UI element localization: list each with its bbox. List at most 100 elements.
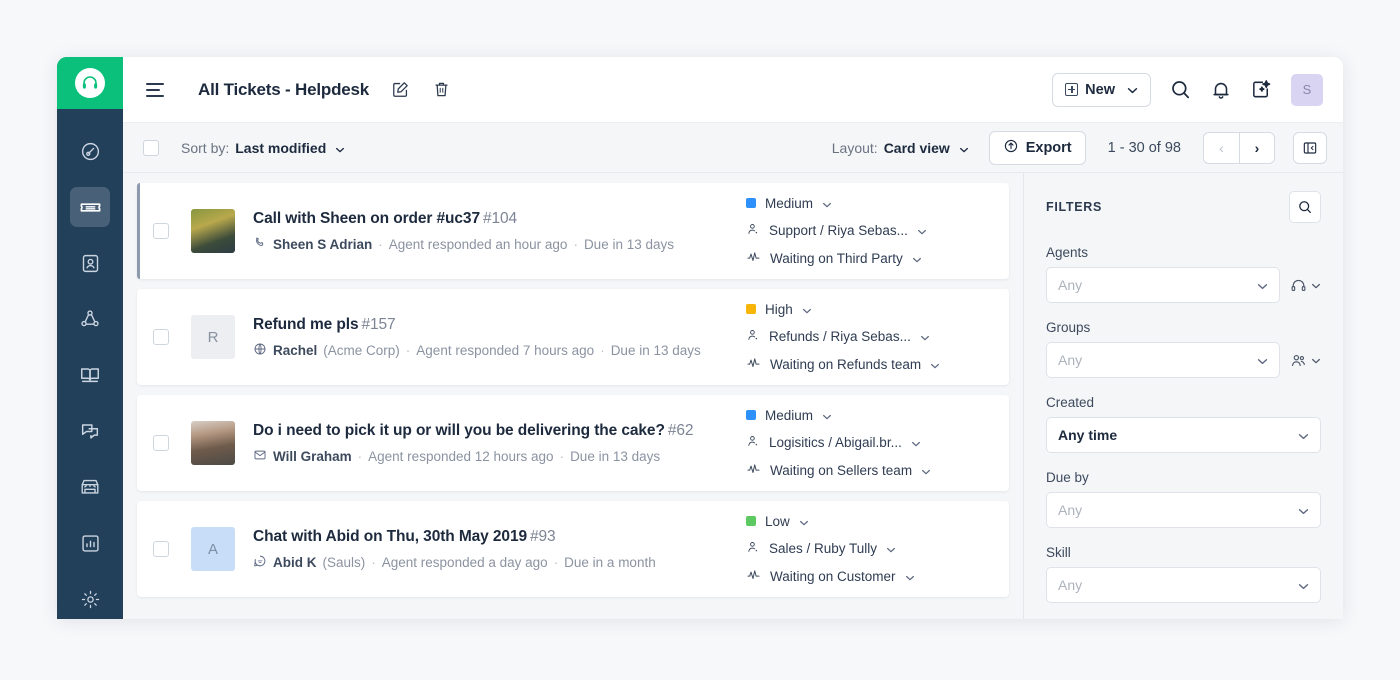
row-checkbox[interactable]: [153, 435, 169, 451]
sort-by-dropdown[interactable]: Last modified: [235, 140, 345, 156]
status-dropdown[interactable]: Waiting on Refunds team: [746, 356, 991, 373]
sidebar-item-contacts[interactable]: [70, 243, 110, 283]
sparkle-icon[interactable]: [1250, 78, 1273, 101]
requester-name: Abid K: [273, 555, 317, 570]
priority-label: High: [765, 302, 793, 317]
priority-dropdown[interactable]: Medium: [746, 196, 991, 211]
search-icon[interactable]: [1169, 78, 1192, 101]
row-checkbox[interactable]: [153, 541, 169, 557]
separator: ·: [406, 343, 411, 358]
toggle-filter-panel-button[interactable]: [1293, 132, 1327, 164]
filter-label: Created: [1046, 395, 1321, 410]
layout-label: Layout:: [832, 140, 878, 156]
filters-panel: FILTERS Agents Any: [1023, 173, 1343, 619]
user-avatar[interactable]: S: [1291, 74, 1323, 106]
filter-due-by: Due by Any: [1046, 470, 1321, 528]
export-button[interactable]: Export: [989, 131, 1086, 165]
row-checkbox[interactable]: [153, 329, 169, 345]
pulse-icon: [746, 462, 761, 479]
filter-label: Agents: [1046, 245, 1321, 260]
created-select[interactable]: Any time: [1046, 417, 1321, 453]
group-dropdown[interactable]: Support / Riya Sebas...: [746, 222, 991, 239]
hamburger-icon[interactable]: [146, 79, 168, 101]
ticket-meta: Abid K (Sauls) · Agent responded a day a…: [253, 554, 746, 571]
pagination-count: 1 - 30 of 98: [1108, 140, 1181, 156]
status-dropdown[interactable]: Waiting on Sellers team: [746, 462, 991, 479]
sidebar-item-forums[interactable]: [70, 411, 110, 451]
app-logo[interactable]: [57, 57, 123, 109]
ticket-meta: Sheen S Adrian · Agent responded an hour…: [253, 236, 746, 253]
ticket-meta: Will Graham · Agent responded 12 hours a…: [253, 448, 746, 465]
priority-swatch: [746, 198, 756, 208]
top-bar-actions: New: [1052, 73, 1323, 107]
status-dropdown[interactable]: Waiting on Customer: [746, 568, 991, 585]
group-label: Support / Riya Sebas...: [769, 223, 908, 238]
sidebar-item-automation[interactable]: [70, 299, 110, 339]
chevron-down-icon: [1257, 277, 1268, 293]
filter-search-button[interactable]: [1289, 191, 1321, 223]
priority-dropdown[interactable]: Medium: [746, 408, 991, 423]
pulse-icon: [746, 568, 761, 585]
groups-people-filter[interactable]: [1290, 351, 1321, 369]
group-dropdown[interactable]: Sales / Ruby Tully: [746, 540, 991, 557]
select-all-checkbox[interactable]: [143, 140, 159, 156]
avatar-initial: R: [208, 329, 219, 346]
ticket-title: Call with Sheen on order #uc37#104: [253, 210, 746, 228]
priority-dropdown[interactable]: High: [746, 302, 991, 317]
sidebar-item-settings[interactable]: [70, 579, 110, 619]
edit-icon[interactable]: [391, 80, 410, 99]
activity-text: Agent responded a day ago: [382, 555, 548, 570]
phone-icon: [253, 236, 267, 253]
content-area: Call with Sheen on order #uc37#104 Sheen…: [123, 173, 1343, 619]
ticket-list: Call with Sheen on order #uc37#104 Sheen…: [123, 173, 1023, 619]
sort-by-label: Sort by:: [181, 140, 229, 156]
ticket-summary: Call with Sheen on order #uc37#104 Sheen…: [253, 210, 746, 253]
due-by-select[interactable]: Any: [1046, 492, 1321, 528]
chevron-down-icon: [959, 140, 969, 156]
ticket-title: Refund me pls#157: [253, 316, 746, 334]
next-page-button[interactable]: ›: [1239, 132, 1275, 164]
group-dropdown[interactable]: Logisitics / Abigail.br...: [746, 434, 991, 451]
table-row[interactable]: A Chat with Abid on Thu, 30th May 2019#9…: [137, 501, 1009, 597]
layout-dropdown[interactable]: Card view: [884, 140, 969, 156]
email-icon: [253, 448, 267, 465]
filter-agents: Agents Any: [1046, 245, 1321, 303]
groups-select[interactable]: Any: [1046, 342, 1280, 378]
ticket-summary: Do i need to pick it up or will you be d…: [253, 422, 746, 465]
agents-select[interactable]: Any: [1046, 267, 1280, 303]
sidebar-item-knowledge-base[interactable]: [70, 355, 110, 395]
row-checkbox[interactable]: [153, 223, 169, 239]
sidebar-item-marketplace[interactable]: [70, 467, 110, 507]
chevron-down-icon: [886, 541, 896, 556]
ticket-title: Chat with Abid on Thu, 30th May 2019#93: [253, 528, 746, 546]
skill-select[interactable]: Any: [1046, 567, 1321, 603]
status-dropdown[interactable]: Waiting on Third Party: [746, 250, 991, 267]
chevron-down-icon: [912, 251, 922, 266]
top-bar: All Tickets - Helpdesk New: [123, 57, 1343, 123]
new-button[interactable]: New: [1052, 73, 1151, 107]
priority-dropdown[interactable]: Low: [746, 514, 991, 529]
status-label: Waiting on Sellers team: [770, 463, 912, 478]
status-label: Waiting on Refunds team: [770, 357, 921, 372]
group-dropdown[interactable]: Refunds / Riya Sebas...: [746, 328, 991, 345]
main-area: All Tickets - Helpdesk New: [123, 57, 1343, 619]
export-label: Export: [1026, 140, 1072, 156]
ticket-summary: Refund me pls#157 Rachel (Acme Corp) · A…: [253, 316, 746, 359]
sidebar-item-dashboard[interactable]: [70, 131, 110, 171]
created-select-value: Any time: [1058, 427, 1117, 443]
ticket-number: #157: [362, 316, 396, 333]
agents-headset-filter[interactable]: [1290, 276, 1321, 294]
table-row[interactable]: Call with Sheen on order #uc37#104 Sheen…: [137, 183, 1009, 279]
sidebar-item-analytics[interactable]: [70, 523, 110, 563]
chevron-down-icon: [911, 435, 921, 450]
table-row[interactable]: Do i need to pick it up or will you be d…: [137, 395, 1009, 491]
sidebar-item-tickets[interactable]: [70, 187, 110, 227]
prev-page-button[interactable]: ‹: [1203, 132, 1239, 164]
trash-icon[interactable]: [432, 80, 451, 99]
export-icon: [1003, 138, 1019, 158]
separator: ·: [600, 343, 605, 358]
due-by-select-value: Any: [1058, 502, 1082, 518]
bell-icon[interactable]: [1210, 79, 1232, 101]
chevron-down-icon: [930, 357, 940, 372]
table-row[interactable]: R Refund me pls#157 Rachel (Acme Corp): [137, 289, 1009, 385]
